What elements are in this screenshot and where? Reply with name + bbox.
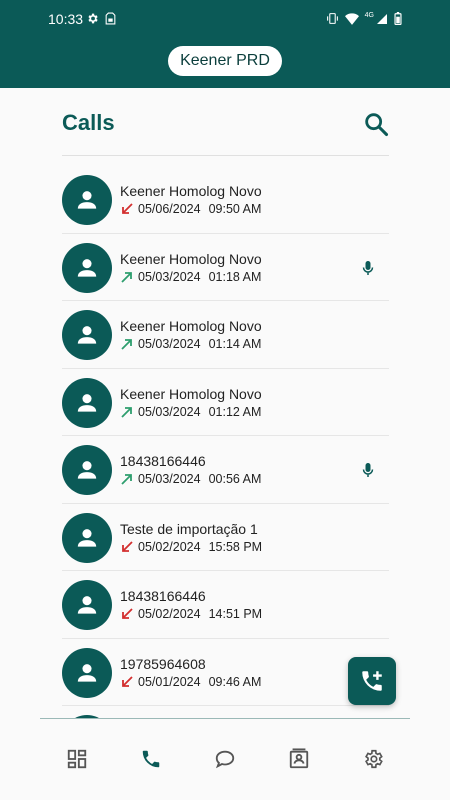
call-time: 01:12 AM xyxy=(208,404,262,419)
chat-icon xyxy=(215,750,235,769)
contact-name: 19785964608 xyxy=(120,655,206,672)
avatar xyxy=(62,377,112,428)
person-icon xyxy=(77,596,97,614)
add-call-icon xyxy=(362,671,382,691)
call-time: 09:46 AM xyxy=(208,674,262,689)
call-list-item[interactable]: Keener Homolog Novo 05/03/2024 01:14 AM xyxy=(0,301,450,369)
nav-dashboard[interactable] xyxy=(64,746,90,772)
contact-name: Keener Homolog Novo xyxy=(120,250,262,267)
call-time: 15:58 PM xyxy=(208,539,263,554)
contact-name: 18438166446 xyxy=(120,588,206,604)
outgoing-call-icon xyxy=(121,474,132,485)
nav-contacts[interactable] xyxy=(286,746,312,772)
dashboard-icon xyxy=(67,749,87,769)
call-date: 05/03/2024 xyxy=(138,404,201,419)
call-meta: 05/03/2024 00:56 AM xyxy=(120,472,261,486)
call-meta: 05/01/2024 09:46 AM xyxy=(120,675,261,689)
call-date: 05/03/2024 xyxy=(138,269,201,284)
wifi-icon xyxy=(344,12,359,25)
vibrate-icon xyxy=(326,13,338,24)
page-title: Calls xyxy=(62,110,115,135)
person-icon xyxy=(77,528,97,547)
search-button[interactable] xyxy=(362,110,390,138)
incoming-call-icon xyxy=(122,675,133,687)
contact-name: 18438166446 xyxy=(120,453,206,469)
call-list-item[interactable]: Keener Homolog Novo 05/03/2024 01:18 AM xyxy=(0,234,450,301)
call-meta: 05/06/2024 09:50 AM xyxy=(120,202,261,216)
call-meta: 05/02/2024 14:51 PM xyxy=(120,607,262,621)
network-label: 4G xyxy=(364,12,374,19)
person-icon xyxy=(77,461,97,479)
sim-icon xyxy=(105,12,116,25)
call-list-item[interactable]: 18438166446 05/03/2024 00:56 AM xyxy=(0,436,450,504)
contacts-icon xyxy=(289,748,309,769)
avatar xyxy=(62,242,112,293)
call-time: 01:14 AM xyxy=(208,337,262,351)
call-time: 14:51 PM xyxy=(208,607,263,621)
call-meta: 05/03/2024 01:14 AM xyxy=(120,337,261,351)
incoming-call-icon xyxy=(122,540,133,552)
settings-icon xyxy=(88,13,98,24)
person-icon xyxy=(77,258,97,277)
person-icon xyxy=(77,663,97,682)
call-meta: 05/03/2024 01:18 AM xyxy=(120,270,261,284)
call-date: 05/03/2024 xyxy=(138,337,201,351)
contact-name: Keener Homolog Novo xyxy=(120,385,262,402)
avatar xyxy=(62,512,112,563)
call-list-item[interactable]: Keener Homolog Novo 05/03/2024 01:12 AM xyxy=(0,369,450,436)
avatar xyxy=(62,580,112,630)
nav-calls[interactable] xyxy=(138,746,164,772)
contact-name: Keener Homolog Novo xyxy=(120,318,262,334)
call-list-item[interactable]: Teste de importação 1 05/02/2024 15:58 PM xyxy=(0,504,450,571)
incoming-call-icon xyxy=(122,608,133,619)
outgoing-call-icon xyxy=(121,339,132,350)
call-date: 05/01/2024 xyxy=(138,674,201,689)
bottom-navigation xyxy=(0,718,450,800)
status-bar: 10:33 4G xyxy=(0,0,450,36)
call-list-item[interactable]: Keener Homolog Novo 05/06/2024 09:50 AM xyxy=(0,166,450,234)
person-icon xyxy=(77,326,97,344)
incoming-call-icon xyxy=(122,203,133,214)
call-date: 05/03/2024 xyxy=(138,472,201,486)
settings-icon xyxy=(365,749,383,769)
call-time: 09:50 AM xyxy=(208,202,262,216)
avatar xyxy=(62,175,112,225)
recording-icon[interactable] xyxy=(361,260,375,281)
call-date: 05/02/2024 xyxy=(138,539,201,554)
call-meta: 05/03/2024 01:12 AM xyxy=(120,405,261,419)
new-call-button[interactable] xyxy=(348,657,396,705)
nav-divider xyxy=(40,718,410,719)
call-date: 05/06/2024 xyxy=(138,202,201,216)
call-time: 01:18 AM xyxy=(208,269,262,284)
person-icon xyxy=(77,393,97,412)
call-time: 00:56 AM xyxy=(208,472,262,486)
avatar xyxy=(62,310,112,360)
nav-messages[interactable] xyxy=(212,746,238,772)
contact-name: Teste de importação 1 xyxy=(120,520,258,537)
battery-icon xyxy=(394,12,402,25)
contact-name: Keener Homolog Novo xyxy=(120,183,262,199)
outgoing-call-icon xyxy=(121,271,132,283)
search-icon xyxy=(365,113,389,137)
call-list-item[interactable] xyxy=(0,706,450,718)
recording-icon[interactable] xyxy=(361,462,375,483)
title-divider xyxy=(62,155,389,156)
nav-settings[interactable] xyxy=(360,746,386,772)
avatar xyxy=(62,647,112,698)
outgoing-call-icon xyxy=(121,406,132,418)
call-meta: 05/02/2024 15:58 PM xyxy=(120,540,262,554)
phone-icon xyxy=(142,750,160,768)
app-bar: Keener PRD xyxy=(0,36,450,88)
person-icon xyxy=(77,191,97,209)
call-list[interactable]: Keener Homolog Novo 05/06/2024 09:50 AM Kee… xyxy=(0,166,450,718)
tenant-name: Keener PRD xyxy=(180,52,270,69)
call-date: 05/02/2024 xyxy=(138,607,201,621)
avatar xyxy=(62,445,112,495)
call-list-item[interactable]: 18438166446 05/02/2024 14:51 PM xyxy=(0,571,450,639)
status-time: 10:33 xyxy=(48,11,84,27)
tenant-selector-button[interactable]: Keener PRD xyxy=(168,46,282,76)
network-4g-icon xyxy=(377,13,387,24)
